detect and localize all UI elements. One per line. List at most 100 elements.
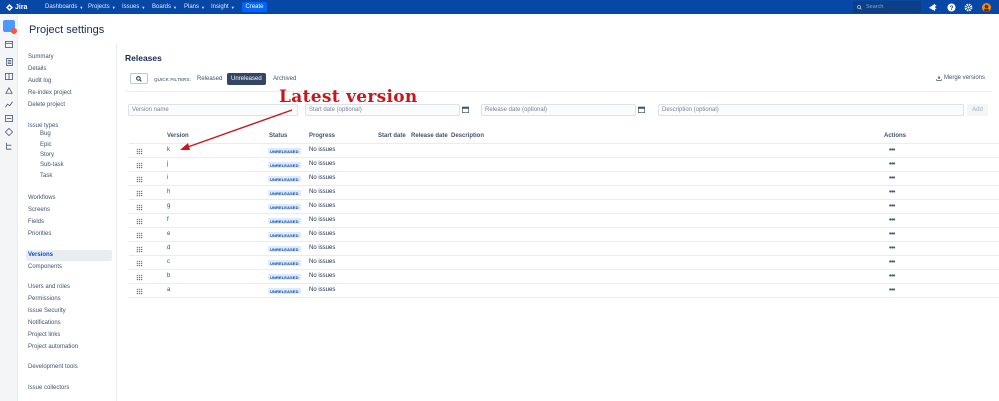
board-icon[interactable] bbox=[5, 40, 13, 48]
menu-projects[interactable]: Projects ▼ bbox=[88, 0, 116, 14]
more-actions-button[interactable]: ••• bbox=[889, 217, 895, 224]
version-link[interactable]: g bbox=[167, 203, 170, 209]
sidebar-item-issue-security[interactable]: Issue Security bbox=[28, 308, 66, 314]
search-icon bbox=[857, 4, 862, 10]
drag-handle-icon[interactable] bbox=[136, 274, 143, 281]
sidebar-item-project-automation[interactable]: Project automation bbox=[28, 344, 78, 350]
drag-handle-icon[interactable] bbox=[136, 260, 143, 267]
more-actions-button[interactable]: ••• bbox=[889, 273, 895, 280]
drag-handle-icon[interactable] bbox=[136, 190, 143, 197]
filter-released[interactable]: Released bbox=[193, 73, 226, 85]
version-link[interactable]: f bbox=[167, 217, 169, 223]
add-version-button[interactable]: Add bbox=[967, 104, 988, 116]
more-actions-button[interactable]: ••• bbox=[889, 231, 895, 238]
progress-text: No issues bbox=[309, 273, 336, 279]
jira-logo[interactable]: Jira bbox=[6, 2, 27, 12]
more-actions-button[interactable]: ••• bbox=[889, 189, 895, 196]
sidebar-item-screens[interactable]: Screens bbox=[28, 207, 50, 213]
sidebar-item-development-tools[interactable]: Development tools bbox=[28, 364, 78, 370]
sidebar-item-project-links[interactable]: Project links bbox=[28, 332, 60, 338]
version-link[interactable]: a bbox=[167, 287, 170, 293]
menu-dashboards[interactable]: Dashboards ▼ bbox=[45, 0, 83, 14]
create-button[interactable]: Create bbox=[242, 2, 267, 12]
progress-text: No issues bbox=[309, 189, 336, 195]
sidebar-item-issue-collectors[interactable]: Issue collectors bbox=[28, 385, 69, 391]
backlog-icon[interactable] bbox=[5, 58, 13, 66]
sidebar-item-fields[interactable]: Fields bbox=[28, 219, 44, 225]
notifications-icon[interactable] bbox=[928, 2, 938, 12]
sidebar-item-sub-task[interactable]: Sub-task bbox=[40, 162, 64, 168]
drag-handle-icon[interactable] bbox=[136, 176, 143, 183]
sidebar-item-bug[interactable]: Bug bbox=[40, 131, 51, 137]
drag-handle-icon[interactable] bbox=[136, 162, 143, 169]
version-link[interactable]: c bbox=[167, 259, 170, 265]
version-link[interactable]: i bbox=[167, 175, 168, 181]
sidebar-item-reindex[interactable]: Re-index project bbox=[28, 90, 72, 96]
sidebar-item-users-and-roles[interactable]: Users and roles bbox=[28, 284, 70, 290]
gear-icon[interactable] bbox=[963, 2, 973, 12]
more-actions-button[interactable]: ••• bbox=[889, 245, 895, 252]
calendar-icon[interactable] bbox=[462, 106, 469, 113]
sidebar-item-workflows[interactable]: Workflows bbox=[28, 195, 56, 201]
menu-boards[interactable]: Boards ▼ bbox=[152, 0, 177, 14]
page-title: Project settings bbox=[29, 24, 105, 36]
more-actions-button[interactable]: ••• bbox=[889, 175, 895, 182]
filter-unreleased[interactable]: Unreleased bbox=[227, 73, 266, 85]
more-actions-button[interactable]: ••• bbox=[889, 259, 895, 266]
version-name-input[interactable]: Version name bbox=[128, 104, 298, 116]
table-row: g UNRELEASED No issues ••• bbox=[129, 200, 999, 214]
sidebar-item-audit-log[interactable]: Audit log bbox=[28, 78, 51, 84]
menu-issues[interactable]: Issues ▼ bbox=[122, 0, 145, 14]
sidebar-item-priorities[interactable]: Priorities bbox=[28, 231, 51, 237]
version-link[interactable]: b bbox=[167, 273, 170, 279]
status-badge: UNRELEASED bbox=[268, 232, 301, 238]
sidebar-item-issue-types[interactable]: Issue types bbox=[28, 123, 58, 129]
sidebar-item-permissions[interactable]: Permissions bbox=[28, 296, 61, 302]
drag-handle-icon[interactable] bbox=[136, 288, 143, 295]
menu-plans[interactable]: Plans ▼ bbox=[184, 0, 205, 14]
table-row: a UNRELEASED No issues ••• bbox=[129, 284, 999, 298]
sidebar-item-components[interactable]: Components bbox=[28, 264, 62, 270]
more-actions-button[interactable]: ••• bbox=[889, 287, 895, 294]
help-icon[interactable]: ? bbox=[946, 2, 956, 12]
version-link[interactable]: k bbox=[167, 147, 170, 153]
description-input[interactable]: Description (optional) bbox=[658, 104, 964, 116]
version-link[interactable]: h bbox=[167, 189, 170, 195]
version-link[interactable]: j bbox=[167, 161, 168, 167]
sidebar-item-story[interactable]: Story bbox=[40, 152, 54, 158]
sidebar-item-delete-project[interactable]: Delete project bbox=[28, 102, 65, 108]
version-link[interactable]: e bbox=[167, 231, 170, 237]
drag-handle-icon[interactable] bbox=[136, 246, 143, 253]
issues-icon[interactable] bbox=[5, 114, 13, 122]
chevron-down-icon: ▼ bbox=[230, 4, 235, 10]
sidebar-item-task[interactable]: Task bbox=[40, 173, 52, 179]
filter-search-button[interactable] bbox=[130, 73, 148, 84]
merge-versions-button[interactable]: Merge versions bbox=[936, 75, 985, 81]
release-date-input[interactable]: Release date (optional) bbox=[481, 104, 636, 116]
drag-handle-icon[interactable] bbox=[136, 148, 143, 155]
sidebar-item-versions[interactable]: Versions bbox=[28, 252, 53, 258]
more-actions-button[interactable]: ••• bbox=[889, 203, 895, 210]
releases-icon[interactable] bbox=[5, 86, 13, 94]
status-badge: UNRELEASED bbox=[268, 246, 301, 252]
sidebar-item-notifications[interactable]: Notifications bbox=[28, 320, 61, 326]
sidebar-item-summary[interactable]: Summary bbox=[28, 54, 54, 60]
more-actions-button[interactable]: ••• bbox=[889, 161, 895, 168]
project-avatar[interactable] bbox=[3, 20, 17, 34]
components-icon[interactable] bbox=[5, 128, 13, 136]
columns-icon[interactable] bbox=[5, 72, 13, 80]
reports-icon[interactable] bbox=[5, 100, 13, 108]
code-icon[interactable] bbox=[5, 142, 13, 150]
search-input[interactable]: Search bbox=[853, 1, 921, 13]
drag-handle-icon[interactable] bbox=[136, 232, 143, 239]
version-link[interactable]: d bbox=[167, 245, 170, 251]
drag-handle-icon[interactable] bbox=[136, 204, 143, 211]
sidebar-item-epic[interactable]: Epic bbox=[40, 142, 52, 148]
menu-insight[interactable]: Insight ▼ bbox=[211, 0, 235, 14]
more-actions-button[interactable]: ••• bbox=[889, 147, 895, 154]
drag-handle-icon[interactable] bbox=[136, 218, 143, 225]
sidebar-item-details[interactable]: Details bbox=[28, 66, 46, 72]
avatar[interactable] bbox=[981, 2, 991, 12]
filter-archived[interactable]: Archived bbox=[269, 73, 300, 85]
calendar-icon[interactable] bbox=[638, 106, 645, 113]
